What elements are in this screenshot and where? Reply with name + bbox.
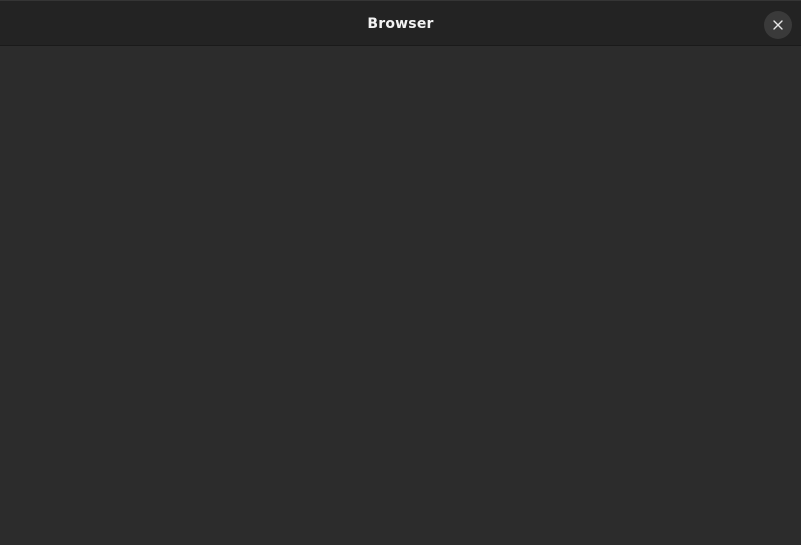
browser-window: Browser <box>0 0 801 545</box>
close-icon <box>773 20 783 30</box>
close-button[interactable] <box>764 11 792 39</box>
title-bar[interactable]: Browser <box>0 0 801 46</box>
browser-content-area[interactable] <box>0 46 801 545</box>
window-title: Browser <box>367 16 434 32</box>
